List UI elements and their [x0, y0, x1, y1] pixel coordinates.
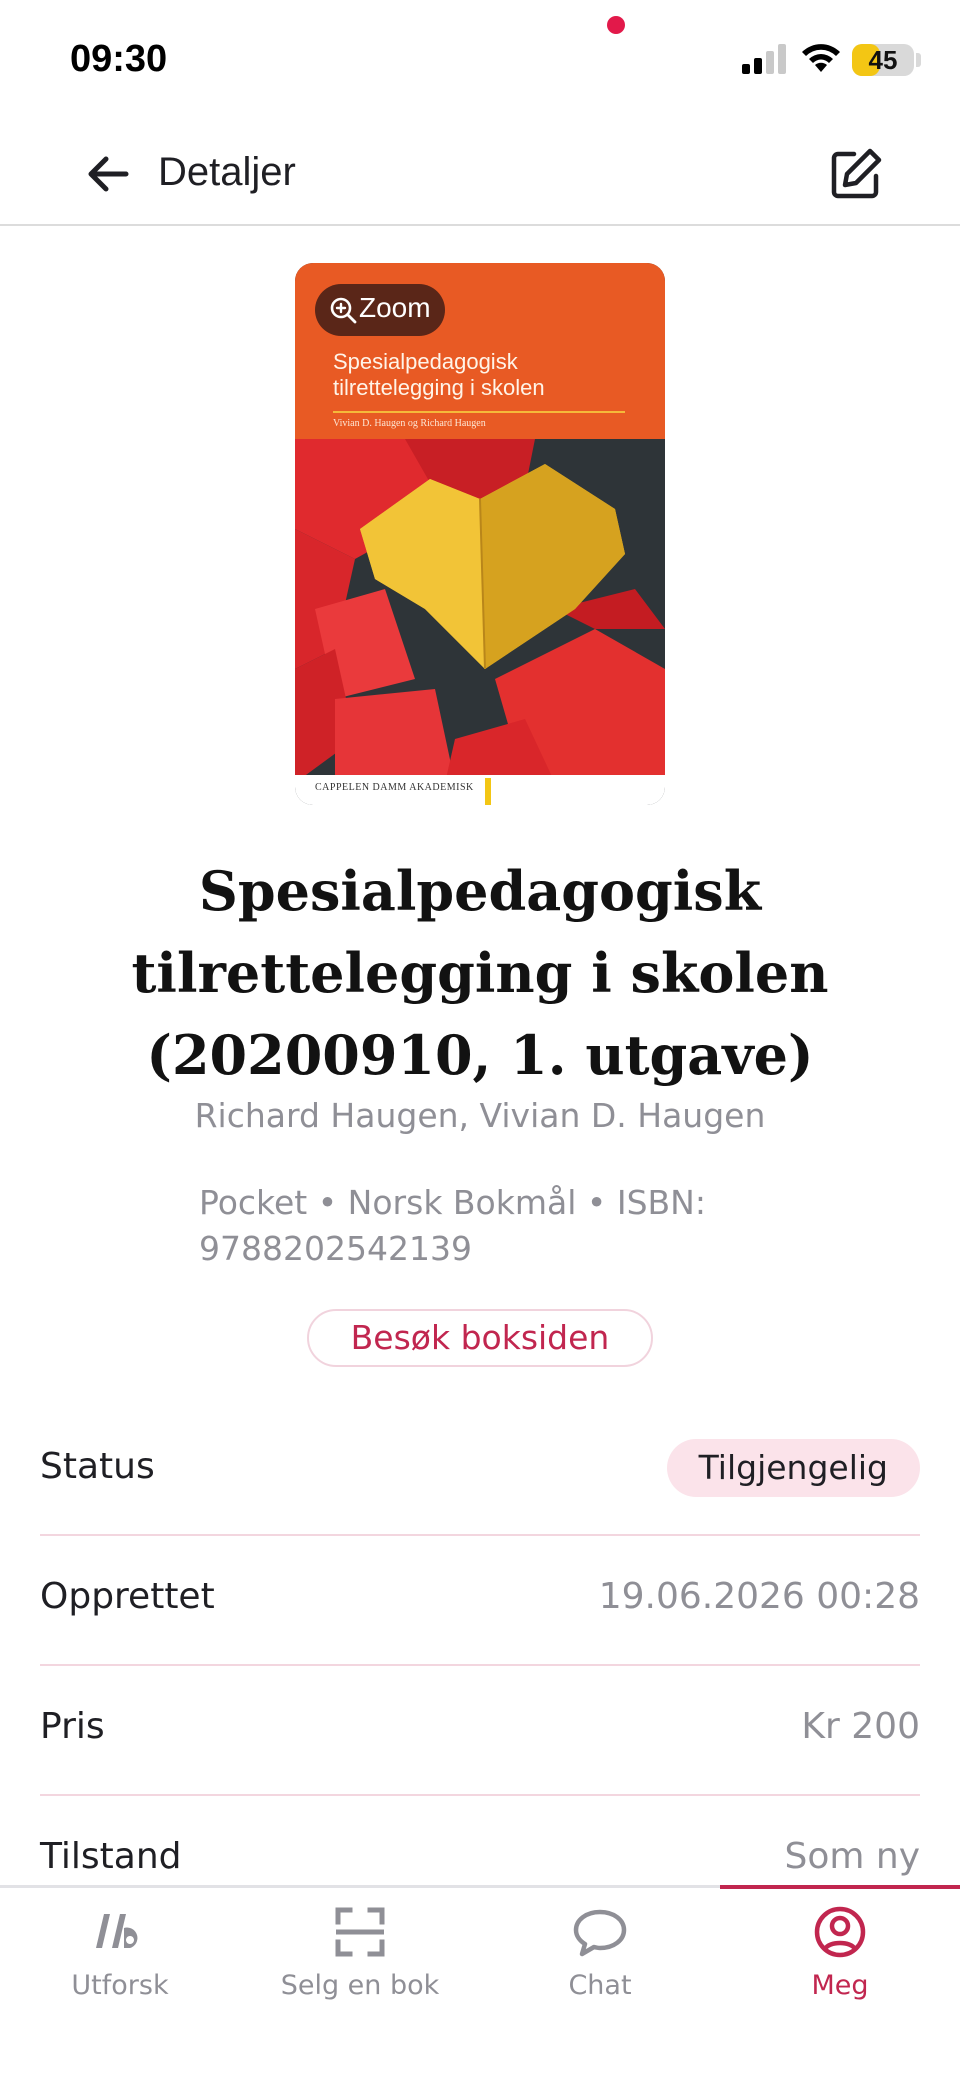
created-label: Opprettet [40, 1576, 215, 1617]
nav-label-sell: Selg en bok [280, 1970, 440, 2001]
cover-title-line1: Spesialpedagogisk [333, 349, 518, 374]
scan-icon [335, 1907, 385, 1957]
zoom-button[interactable]: Zoom [315, 284, 445, 336]
created-value: 19.06.2026 00:28 [598, 1576, 920, 1617]
cover-title-line2: tilrettelegging i skolen [333, 375, 545, 400]
signal-icon [742, 44, 786, 74]
cover-heart-image [295, 439, 665, 783]
battery-level: 45 [868, 45, 898, 75]
page-title: Detaljer [158, 150, 296, 194]
condition-label: Tilstand [40, 1836, 182, 1877]
visit-book-page-button[interactable]: Besøk boksiden [307, 1309, 653, 1367]
nav-item-utforsk[interactable]: Utforsk [0, 1888, 240, 2018]
wifi-icon [802, 44, 840, 72]
zoom-label: Zoom [359, 292, 431, 323]
detail-row-status: Status Tilgjengelig [40, 1406, 920, 1536]
chat-icon [573, 1909, 627, 1957]
arrow-left-icon[interactable] [80, 146, 136, 202]
status-time: 09:30 [70, 38, 168, 80]
book-title: Spesialpedagogisk tilrettelegging i skol… [131, 859, 829, 1087]
book-meta: Pocket • Norsk Bokmål • ISBN: 9788202542… [199, 1183, 706, 1268]
zoom-in-icon [330, 297, 357, 324]
condition-value: Som ny [784, 1836, 920, 1877]
book-cover[interactable]: Spesialpedagogisk tilrettelegging i skol… [295, 263, 665, 805]
cover-authors: Vivian D. Haugen og Richard Haugen [333, 418, 486, 429]
status-label: Status [40, 1446, 155, 1487]
nav-label-chat: Chat [568, 1970, 632, 2001]
edit-icon[interactable] [826, 144, 886, 204]
detail-row-created: Opprettet 19.06.2026 00:28 [40, 1536, 920, 1666]
nav-label-utforsk: Utforsk [71, 1970, 169, 2001]
status-bar: 09:30 45 [0, 0, 960, 120]
nav-item-sell[interactable]: Selg en bok [240, 1888, 480, 2018]
cover-rule [333, 411, 625, 413]
profile-icon [814, 1906, 866, 1958]
nav-label-meg: Meg [811, 1970, 869, 2001]
nav-item-meg[interactable]: Meg [720, 1888, 960, 2018]
explore-icon [96, 1914, 138, 1948]
book-authors: Richard Haugen, Vivian D. Haugen [194, 1096, 766, 1135]
battery-icon: 45 [852, 44, 914, 76]
nav-item-chat[interactable]: Chat [480, 1888, 720, 2018]
cover-title: Spesialpedagogisk tilrettelegging i skol… [333, 349, 653, 401]
status-badge: Tilgjengelig [666, 1439, 920, 1497]
top-app-bar: Detaljer [0, 120, 960, 226]
detail-row-price: Pris Kr 200 [40, 1666, 920, 1796]
cover-accent-bar [485, 778, 491, 805]
battery-tip [916, 53, 921, 67]
price-value: Kr 200 [801, 1706, 920, 1747]
bottom-navigation: Utforsk Selg en bok Chat Meg [0, 1885, 960, 2078]
cover-publisher: CAPPELEN DAMM AKADEMISK [315, 782, 474, 793]
price-label: Pris [40, 1706, 105, 1747]
chat-notification-dot [607, 16, 625, 34]
